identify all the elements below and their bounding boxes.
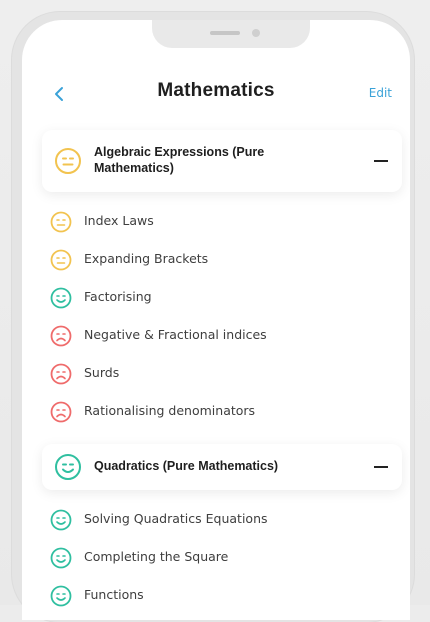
section-header-algebraic-expressions[interactable]: Algebraic Expressions (Pure Mathematics) bbox=[42, 130, 402, 192]
list-item[interactable]: Factorising bbox=[50, 287, 380, 311]
app-screen: Mathematics Edit Algebraic Expressions (… bbox=[22, 20, 410, 620]
list-item[interactable]: Negative & Fractional indices bbox=[50, 325, 380, 349]
list-item[interactable]: Expanding Brackets bbox=[50, 249, 380, 273]
happy-face-icon bbox=[54, 453, 82, 481]
neutral-face-icon bbox=[50, 211, 72, 233]
phone-notch bbox=[152, 20, 310, 48]
sad-face-icon bbox=[50, 325, 72, 347]
edit-button[interactable]: Edit bbox=[369, 86, 392, 100]
happy-face-icon bbox=[50, 509, 72, 531]
list-item-label: Functions bbox=[84, 587, 144, 602]
list-item-label: Solving Quadratics Equations bbox=[84, 511, 268, 526]
list-item[interactable]: Solving Quadratics Equations bbox=[50, 509, 380, 533]
section-title-line-1: Algebraic Expressions (Pure bbox=[94, 145, 265, 159]
section-title: Quadratics (Pure Mathematics) bbox=[94, 459, 279, 473]
list-item-label: Factorising bbox=[84, 289, 152, 304]
section-title: Algebraic Expressions (Pure Mathematics) bbox=[94, 144, 264, 176]
list-item[interactable]: Completing the Square bbox=[50, 547, 380, 571]
collapse-minus-icon[interactable] bbox=[374, 160, 388, 162]
collapse-minus-icon[interactable] bbox=[374, 466, 388, 468]
list-item-label: Surds bbox=[84, 365, 120, 380]
list-item[interactable]: Index Laws bbox=[50, 211, 380, 235]
sad-face-icon bbox=[50, 401, 72, 423]
speaker-grille bbox=[210, 31, 240, 35]
front-camera bbox=[252, 29, 260, 37]
happy-face-icon bbox=[50, 585, 72, 607]
list-item-label: Negative & Fractional indices bbox=[84, 327, 267, 342]
page-title: Mathematics bbox=[157, 80, 275, 101]
section-header-quadratics[interactable]: Quadratics (Pure Mathematics) bbox=[42, 444, 402, 490]
list-item[interactable]: Functions bbox=[50, 585, 380, 609]
list-item-label: Expanding Brackets bbox=[84, 251, 209, 266]
neutral-face-icon bbox=[54, 147, 82, 175]
list-item-label: Completing the Square bbox=[84, 549, 229, 564]
sad-face-icon bbox=[50, 363, 72, 385]
happy-face-icon bbox=[50, 547, 72, 569]
list-item-label: Index Laws bbox=[84, 213, 154, 228]
section-title-line-2: Mathematics) bbox=[94, 161, 174, 175]
list-item[interactable]: Surds bbox=[50, 363, 380, 387]
happy-face-icon bbox=[50, 287, 72, 309]
list-item-label: Rationalising denominators bbox=[84, 403, 256, 418]
neutral-face-icon bbox=[50, 249, 72, 271]
list-item[interactable]: Rationalising denominators bbox=[50, 401, 380, 425]
nav-header: Mathematics Edit bbox=[22, 76, 410, 116]
